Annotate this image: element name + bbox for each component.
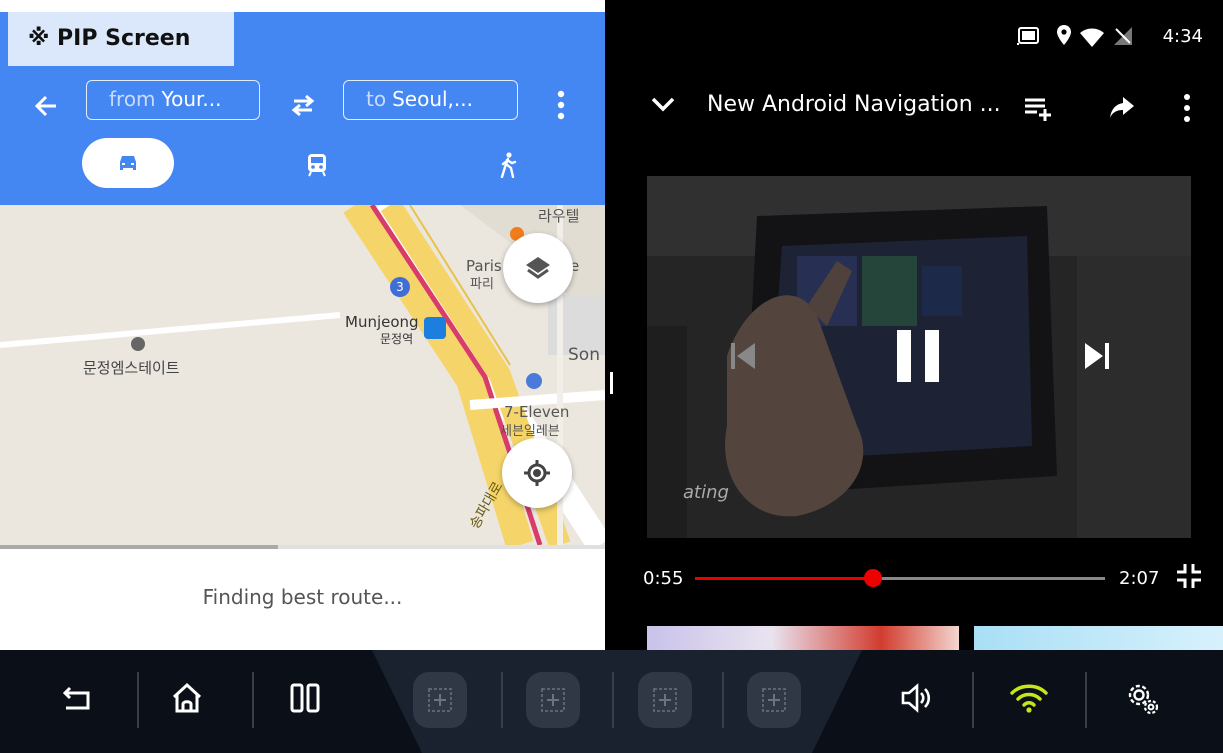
from-prefix: from bbox=[109, 87, 156, 111]
route-status-text: Finding best route... bbox=[202, 585, 403, 609]
add-app-icon bbox=[427, 687, 453, 713]
app-slot-2[interactable] bbox=[526, 672, 580, 728]
add-app-icon bbox=[761, 687, 787, 713]
pip-banner bbox=[0, 0, 605, 12]
home-icon bbox=[171, 682, 203, 714]
location-icon bbox=[1056, 24, 1072, 46]
video-player[interactable]: ating bbox=[647, 176, 1191, 538]
wifi-status-icon bbox=[1079, 28, 1105, 48]
maps-overflow-icon[interactable] bbox=[552, 88, 570, 122]
app-slot-4[interactable] bbox=[747, 672, 801, 728]
map-label-estate: 문정엠스테이트 bbox=[83, 359, 180, 377]
back-icon bbox=[62, 684, 92, 712]
add-app-icon bbox=[652, 687, 678, 713]
related-video-thumbnail-2[interactable] bbox=[974, 626, 1223, 650]
wifi-button[interactable] bbox=[997, 666, 1061, 730]
subway-station-icon bbox=[424, 317, 446, 339]
pip-divider-handle[interactable] bbox=[610, 372, 613, 394]
taskbar-separator bbox=[1085, 672, 1087, 728]
swap-icon[interactable] bbox=[286, 88, 320, 122]
related-video-thumbnail-1[interactable] bbox=[647, 626, 959, 650]
transit-icon[interactable] bbox=[305, 152, 329, 178]
mode-car-tab[interactable] bbox=[82, 138, 174, 188]
exit-fullscreen-icon[interactable] bbox=[1175, 562, 1203, 590]
route-to-field[interactable]: to Seoul,... bbox=[343, 80, 518, 120]
previous-icon[interactable] bbox=[729, 341, 757, 371]
settings-icon bbox=[1124, 680, 1162, 718]
car-icon bbox=[116, 151, 140, 175]
app-slot-3[interactable] bbox=[638, 672, 692, 728]
pause-icon[interactable] bbox=[893, 328, 943, 384]
taskbar-separator bbox=[252, 672, 254, 728]
layers-icon bbox=[524, 255, 552, 281]
walk-icon[interactable] bbox=[498, 152, 518, 178]
add-app-icon bbox=[540, 687, 566, 713]
total-duration: 2:07 bbox=[1119, 568, 1160, 589]
route-loading-bar bbox=[0, 545, 605, 549]
no-signal-icon bbox=[1113, 26, 1133, 46]
map-label-paris-kr: 파리 bbox=[470, 277, 494, 292]
my-location-icon bbox=[522, 458, 552, 488]
map-label-7eleven-kr: 세븐일레븐 bbox=[500, 424, 560, 439]
add-to-queue-icon[interactable] bbox=[1023, 94, 1053, 122]
youtube-app: 4:34 New Android Navigation ... ating 0:… bbox=[605, 0, 1223, 650]
taskbar-separator bbox=[137, 672, 139, 728]
to-value: Seoul,... bbox=[392, 87, 473, 111]
cast-icon bbox=[1016, 26, 1040, 46]
store-icon bbox=[526, 373, 542, 389]
seek-bar[interactable] bbox=[695, 569, 1105, 587]
taskbar-separator bbox=[501, 672, 503, 728]
seek-bar-thumb[interactable] bbox=[863, 569, 882, 587]
video-title: New Android Navigation ... bbox=[707, 92, 1001, 117]
route-from-field[interactable]: from Your... bbox=[86, 80, 260, 120]
maps-app: from Your... to Seoul,... ※ PIP Screen 라… bbox=[0, 0, 605, 650]
map-label-munjeong: Munjeong bbox=[345, 313, 419, 331]
video-overlay-caption: ating bbox=[683, 482, 729, 503]
seek-bar-played bbox=[695, 577, 873, 580]
nav-home-button[interactable] bbox=[155, 666, 219, 730]
elapsed-time: 0:55 bbox=[643, 568, 684, 589]
place-icon bbox=[131, 337, 145, 351]
back-arrow-icon[interactable] bbox=[30, 90, 62, 122]
map-label-son: Son bbox=[568, 345, 600, 365]
from-value: Your... bbox=[161, 87, 222, 111]
taskbar-separator bbox=[972, 672, 974, 728]
status-clock: 4:34 bbox=[1162, 26, 1203, 47]
share-icon[interactable] bbox=[1109, 94, 1135, 120]
route-loading-fill bbox=[0, 545, 279, 549]
map-view[interactable]: 라우텔 Paris 파리 e 3 Munjeong 문정역 Son 7-Elev… bbox=[0, 205, 605, 545]
settings-button[interactable] bbox=[1110, 666, 1174, 730]
video-overflow-icon[interactable] bbox=[1179, 92, 1195, 124]
volume-icon bbox=[900, 683, 932, 713]
route-number-badge: 3 bbox=[390, 277, 410, 297]
layers-button[interactable] bbox=[503, 233, 573, 303]
split-screen-button[interactable] bbox=[273, 666, 337, 730]
collapse-chevron-icon[interactable] bbox=[649, 94, 677, 116]
to-prefix: to bbox=[366, 87, 387, 111]
volume-button[interactable] bbox=[884, 666, 948, 730]
map-label-rautel: 라우텔 bbox=[538, 207, 580, 225]
app-slot-1[interactable] bbox=[413, 672, 467, 728]
map-label-munjeong-kr: 문정역 bbox=[380, 332, 414, 346]
nav-back-button[interactable] bbox=[44, 666, 108, 730]
next-icon[interactable] bbox=[1083, 341, 1111, 371]
my-location-button[interactable] bbox=[502, 438, 572, 508]
pip-screen-label: ※ PIP Screen bbox=[8, 12, 234, 66]
map-label-7eleven: 7-Eleven bbox=[504, 403, 570, 421]
taskbar-separator bbox=[612, 672, 614, 728]
split-screen-icon bbox=[289, 682, 321, 714]
wifi-icon bbox=[1009, 682, 1049, 714]
taskbar-separator bbox=[722, 672, 724, 728]
